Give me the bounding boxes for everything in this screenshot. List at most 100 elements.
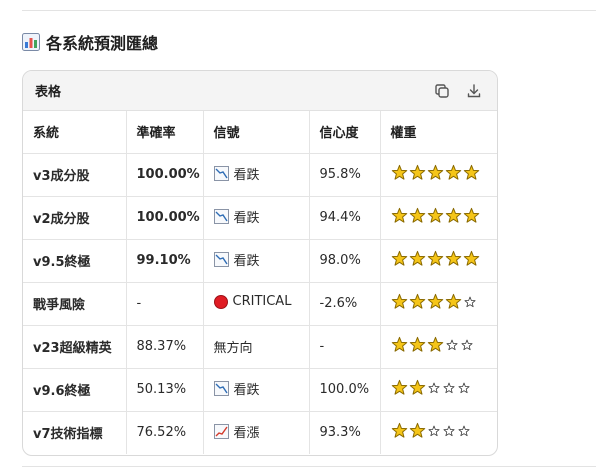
star-filled-icon [409, 250, 425, 266]
cell-confidence: 100.0% [309, 368, 381, 412]
cell-signal: 看跌 [203, 196, 310, 240]
weight-stars [391, 422, 471, 439]
cell-weight [380, 239, 497, 283]
cell-weight [380, 196, 497, 240]
signal-indicator: 看跌 [213, 164, 260, 183]
cell-confidence: 98.0% [309, 239, 381, 283]
cell-accuracy: 50.13% [126, 368, 204, 412]
table-card-title: 表格 [35, 85, 62, 100]
star-filled-icon [391, 336, 407, 352]
star-filled-icon [391, 207, 407, 223]
signal-indicator: 無方向 [214, 337, 253, 356]
chart-down-icon [213, 381, 229, 396]
star-filled-icon [463, 250, 479, 266]
star-filled-icon [409, 379, 425, 395]
star-filled-icon [445, 207, 461, 223]
star-filled-icon [391, 164, 407, 180]
cell-weight [380, 368, 497, 412]
star-filled-icon [409, 423, 425, 438]
cell-accuracy: 100.00% [126, 196, 204, 240]
star-outline-icon [458, 425, 469, 436]
cell-system: v23超級精英 [23, 325, 127, 369]
column-header-system: 系統 [23, 111, 127, 154]
cell-system: v9.6終極 [23, 368, 127, 412]
copy-button[interactable] [431, 80, 453, 102]
star-filled-icon [391, 379, 407, 395]
signal-label: 看跌 [233, 254, 260, 269]
download-button[interactable] [463, 80, 485, 102]
star-filled-icon [427, 207, 443, 223]
cell-accuracy: 99.10% [126, 239, 204, 283]
star-filled-icon [427, 293, 443, 309]
cell-accuracy: 76.52% [126, 411, 204, 454]
weight-stars [391, 379, 471, 396]
cell-system: v7技術指標 [23, 411, 127, 454]
signal-label: 無方向 [213, 341, 253, 356]
download-icon [467, 83, 481, 97]
cell-confidence: -2.6% [309, 282, 381, 326]
cell-accuracy: 88.37% [126, 325, 204, 369]
signal-label: 看漲 [233, 426, 260, 442]
table-row: v7技術指標 76.52% 看漲 93.3% [23, 411, 497, 454]
star-outline-icon [428, 425, 439, 436]
cell-weight [380, 282, 497, 326]
column-header-signal: 信號 [203, 111, 310, 154]
star-filled-icon [427, 164, 443, 180]
cell-accuracy: - [126, 282, 204, 326]
cell-signal: 看跌 [203, 153, 310, 197]
chart-down-icon [213, 166, 229, 181]
cell-system: v2成分股 [23, 196, 127, 240]
cell-confidence: - [309, 325, 381, 369]
table-row: v3成分股 100.00% 看跌 95.8% [23, 153, 497, 197]
weight-stars [391, 164, 480, 181]
star-filled-icon [463, 207, 479, 223]
signal-indicator: CRITICAL [213, 294, 291, 309]
section-heading: 各系統預測匯總 [22, 30, 158, 54]
bottom-divider [22, 466, 596, 467]
table-row: 戰爭風險 - CRITICAL -2.6% [23, 282, 497, 326]
star-filled-icon [409, 164, 425, 180]
star-filled-icon [445, 293, 461, 309]
cell-signal: 看跌 [203, 368, 310, 412]
chart-down-icon [213, 209, 229, 224]
star-filled-icon [409, 336, 425, 352]
weight-stars [391, 336, 474, 353]
cell-weight [380, 411, 497, 454]
cell-system: 戰爭風險 [23, 282, 127, 326]
star-filled-icon [427, 336, 443, 352]
signal-label: 看跌 [233, 211, 260, 226]
star-outline-icon [428, 382, 439, 393]
star-outline-icon [464, 296, 475, 307]
section-title: 各系統預測匯總 [46, 34, 159, 53]
predictions-table: 系統 準確率 信號 信心度 權重 v3成分股 100.00% 看跌 95.8% v2成分… [23, 111, 497, 454]
cell-accuracy: 100.00% [126, 153, 204, 197]
weight-stars [391, 250, 480, 267]
weight-stars [391, 293, 477, 310]
signal-label: 看跌 [233, 168, 260, 183]
signal-indicator: 看跌 [213, 250, 260, 269]
cell-signal: 看漲 [203, 411, 310, 454]
table-header-row: 系統 準確率 信號 信心度 權重 [23, 111, 497, 154]
star-outline-icon [446, 339, 457, 350]
star-filled-icon [409, 293, 425, 309]
table-row: v23超級精英 88.37% 無方向 - [23, 325, 497, 369]
cell-system: v9.5終極 [23, 239, 127, 283]
star-outline-icon [461, 339, 472, 350]
cell-signal: 無方向 [203, 325, 310, 369]
column-header-weight: 權重 [380, 111, 497, 154]
star-filled-icon [445, 164, 461, 180]
copy-icon [435, 83, 449, 98]
table-row: v9.5終極 99.10% 看跌 98.0% [23, 239, 497, 283]
star-outline-icon [443, 425, 454, 436]
red-circle-icon [213, 294, 228, 309]
top-divider [22, 10, 596, 11]
cell-signal: 看跌 [203, 239, 310, 283]
star-filled-icon [391, 250, 407, 266]
signal-indicator: 看跌 [213, 379, 260, 398]
star-filled-icon [463, 164, 479, 180]
table-row: v9.6終極 50.13% 看跌 100.0% [23, 368, 497, 412]
signal-indicator: 看漲 [213, 422, 260, 442]
table-row: v2成分股 100.00% 看跌 94.4% [23, 196, 497, 240]
bar-chart-icon [22, 33, 40, 51]
star-outline-icon [458, 382, 469, 393]
